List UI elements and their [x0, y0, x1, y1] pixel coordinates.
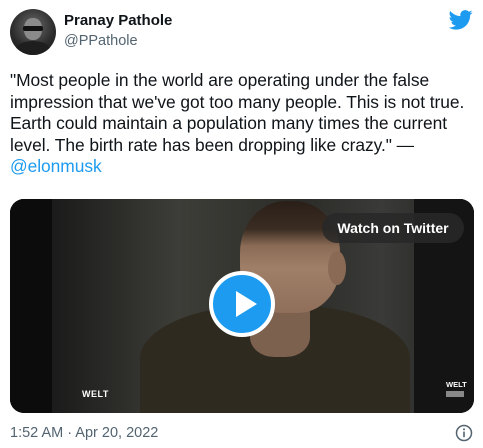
mention-link[interactable]: @elonmusk: [10, 156, 102, 176]
twitter-bird-icon[interactable]: [449, 10, 473, 30]
welt-logo-bar: [446, 391, 464, 397]
tweet-body: "Most people in the world are operating …: [10, 70, 465, 155]
author-name[interactable]: Pranay Pathole: [64, 12, 172, 29]
video-letterbox-left: [10, 199, 52, 413]
welt-logo-text: WELT: [446, 380, 467, 389]
video-person-ear: [328, 251, 346, 285]
tweet-timestamp[interactable]: 1:52 AM · Apr 20, 2022: [10, 425, 158, 441]
author-handle[interactable]: @PPathole: [64, 33, 138, 49]
tweet-text: "Most people in the world are operating …: [10, 70, 475, 178]
welt-watermark-left: WELT: [82, 389, 109, 399]
video-player[interactable]: Watch on Twitter WELT WELT: [10, 199, 474, 413]
info-icon[interactable]: [455, 424, 473, 442]
avatar[interactable]: [10, 9, 56, 55]
play-icon: [236, 291, 257, 317]
avatar-glasses: [23, 26, 43, 31]
tweet-card[interactable]: Pranay Pathole @PPathole "Most people in…: [0, 0, 483, 448]
avatar-figure: [15, 41, 51, 55]
watch-on-twitter-button[interactable]: Watch on Twitter: [322, 213, 464, 243]
play-button[interactable]: [209, 271, 275, 337]
welt-logo-right: WELT: [446, 381, 468, 401]
